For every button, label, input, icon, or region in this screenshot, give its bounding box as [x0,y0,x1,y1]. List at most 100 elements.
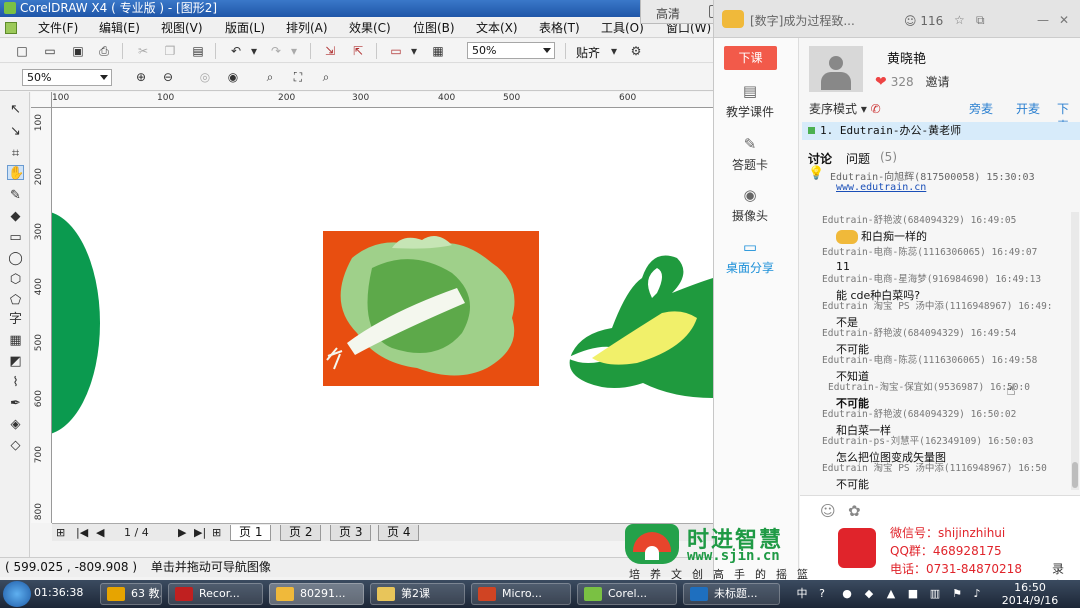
start-button[interactable] [3,581,31,607]
page-tab-1[interactable]: 页 1 [230,525,272,541]
page-tab-2[interactable]: 页 2 [280,525,322,541]
smart-fill-icon[interactable]: ◆ [7,209,24,224]
network-icon[interactable]: ▥ [928,587,942,601]
ruler-origin[interactable] [31,92,52,108]
zoom-out-icon[interactable]: ⊖ [160,70,176,84]
cabbage-bitmap[interactable] [323,231,539,386]
minimize-icon[interactable]: — [1037,13,1049,27]
page-tab-3[interactable]: 页 3 [330,525,372,541]
ellipse-tool-icon[interactable]: ◯ [7,251,24,266]
sidebar-item-answer-card[interactable]: ✎ 答题卡 [714,135,786,173]
snap-to-label[interactable]: 贴齐 [576,44,600,61]
table-tool-icon[interactable]: ▦ [7,333,24,348]
basic-shapes-icon[interactable]: ⬠ [7,293,24,308]
menu-layout[interactable]: 版面(L) [225,21,265,35]
invite-button[interactable]: 邀请 [925,75,949,89]
mic-queue-item[interactable]: 1. Edutrain-办公-黄老师 [802,122,1080,140]
tray-app-icon[interactable]: ◆ [862,587,876,601]
zoom-levels-combo[interactable]: 50% [467,42,555,59]
text-tool-icon[interactable]: 字 [7,312,24,327]
flag-icon[interactable]: ⚑ [950,587,964,601]
sidebar-item-courseware[interactable]: ▤ 教学课件 [714,82,786,120]
menu-tools[interactable]: 工具(O) [601,21,644,35]
tab-questions[interactable]: 问题 [846,150,870,167]
tray-app-icon[interactable]: ■ [906,587,920,601]
prev-page-icon[interactable]: ◀ [96,526,104,539]
menu-edit[interactable]: 编辑(E) [99,21,140,35]
next-page-icon[interactable]: ▶ [178,526,186,539]
green-circle-shape[interactable] [52,211,100,435]
export-icon[interactable]: ⇱ [350,44,366,58]
crop-tool-icon[interactable]: ⌗ [7,146,24,161]
taskbar-app-classroom[interactable]: 63 教... [100,583,162,605]
sidebar-item-desktop-share[interactable]: ▭ 桌面分享 [714,238,786,276]
share-icon[interactable]: ⧉ [976,13,985,28]
taskbar-app-photoshop[interactable]: 未标题... [683,583,780,605]
taskbar-app-chat[interactable]: 80291... [269,583,364,605]
snap-dropdown-icon[interactable]: ▾ [610,44,618,58]
cut-icon[interactable]: ✂ [135,44,151,58]
menu-arrange[interactable]: 排列(A) [286,21,328,35]
polygon-tool-icon[interactable]: ⬡ [7,272,24,287]
tray-app-icon[interactable]: ● [840,587,854,601]
zoom-selected-icon[interactable]: ◎ [197,70,213,84]
notice-link[interactable]: www.edutrain.cn [836,182,926,193]
application-launcher-icon[interactable]: ▭ [388,44,404,58]
menu-table[interactable]: 表格(T) [539,21,580,35]
flower-icon[interactable]: ✿ [848,502,861,520]
undo-icon[interactable]: ↶ [228,44,244,58]
undo-dropdown-icon[interactable]: ▾ [250,44,258,58]
last-page-icon[interactable]: ▶| [194,526,206,539]
tray-app-icon[interactable]: ▲ [884,587,898,601]
interactive-blend-icon[interactable]: ◩ [7,354,24,369]
zoom-in-icon[interactable]: ⊕ [133,70,149,84]
menu-view[interactable]: 视图(V) [161,21,203,35]
rectangle-tool-icon[interactable]: ▭ [7,230,24,245]
open-mic-button[interactable]: 开麦 [1016,100,1040,117]
menu-file[interactable]: 文件(F) [38,21,78,35]
redo-dropdown-icon[interactable]: ▾ [290,44,298,58]
avatar[interactable] [809,46,863,92]
add-page-end-icon[interactable]: ⊞ [212,526,221,539]
shape-tool-icon[interactable]: ↘ [7,124,24,139]
side-mic-button[interactable]: 旁麦 [969,100,993,117]
welcome-screen-icon[interactable]: ▦ [430,44,446,58]
mic-mode-dropdown[interactable]: 麦序模式 ▾ ✆ [809,100,881,117]
outline-tool-icon[interactable]: ✒ [7,396,24,411]
green-abstract-shape[interactable] [567,255,713,399]
chat-scrollbar[interactable] [1071,212,1079,490]
add-page-icon[interactable]: ⊞ [56,526,65,539]
zoom-height-icon[interactable]: ⌕ [318,70,334,84]
system-clock[interactable]: 16:50 2014/9/16 [990,581,1070,607]
zoom-all-objects-icon[interactable]: ◉ [225,70,241,84]
eyedropper-tool-icon[interactable]: ⌇ [7,375,24,390]
hd-button[interactable]: 高清 [656,5,680,22]
pick-tool-icon[interactable]: ↖ [7,102,24,117]
scrollbar-thumb[interactable] [1072,462,1078,488]
volume-icon[interactable]: ♪ [970,587,984,601]
heart-icon[interactable]: ❤ [875,74,887,90]
copy-icon[interactable]: ❐ [162,44,178,58]
zoom-page-icon[interactable]: ⌕ [262,70,278,84]
star-icon[interactable]: ☆ [954,13,965,27]
language-icon[interactable]: 中 [795,587,809,601]
zoom-combo[interactable]: 50% [22,69,112,86]
sidebar-item-camera[interactable]: ◉ 摄像头 [714,186,786,224]
save-icon[interactable]: ▣ [70,44,86,58]
emoji-picker-icon[interactable]: ☺ [820,502,836,520]
new-document-icon[interactable]: □ [14,44,30,58]
end-class-button[interactable]: 下课 [724,46,777,70]
taskbar-app-folder[interactable]: 第2课 [370,583,465,605]
import-icon[interactable]: ⇲ [322,44,338,58]
redo-icon[interactable]: ↷ [268,44,284,58]
launcher-dropdown-icon[interactable]: ▾ [410,44,418,58]
taskbar-app-coreldraw[interactable]: Corel... [577,583,677,605]
menu-text[interactable]: 文本(X) [476,21,518,35]
fill-tool-icon[interactable]: ◈ [7,417,24,432]
open-icon[interactable]: ▭ [42,44,58,58]
menu-effects[interactable]: 效果(C) [349,21,391,35]
page-tab-4[interactable]: 页 4 [378,525,420,541]
document-icon[interactable] [5,22,17,34]
print-icon[interactable]: ⎙ [96,44,112,58]
paste-icon[interactable]: ▤ [190,44,206,58]
